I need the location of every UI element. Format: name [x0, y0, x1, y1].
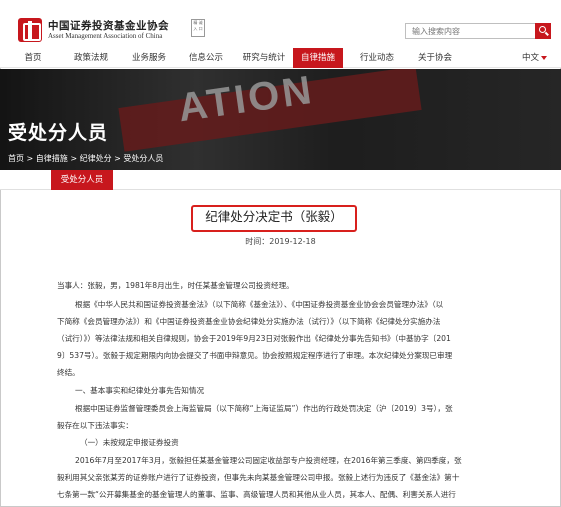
- breadcrumb: 首页 > 自律措施 > 纪律处分 > 受处分人员: [8, 153, 163, 164]
- document-line: （试行）》）等法律法规和相关自律规则，协会于2019年9月23日对张毅作出《纪律…: [57, 334, 451, 343]
- document-title: 纪律处分决定书（张毅）: [205, 209, 343, 224]
- site-header: 中国证券投资基金业协会 Asset Management Association…: [0, 0, 561, 48]
- page-banner: ATION 受处分人员 首页 > 自律措施 > 纪律处分 > 受处分人员: [0, 69, 561, 170]
- nav-item-disclosure[interactable]: 信息公示: [181, 48, 231, 68]
- breadcrumb-separator: >: [114, 154, 121, 163]
- document-line: 根据中国证券监督管理委员会上海监管局（以下简称“上海证监局”）作出的行政处罚决定…: [75, 404, 453, 413]
- search-icon: [539, 26, 546, 33]
- tab-punished-persons[interactable]: 受处分人员: [51, 170, 113, 190]
- caret-down-icon: [541, 55, 547, 60]
- document-line: 根据《中华人民共和国证券投资基金法》（以下简称《基金法》）、《中国证券投资基金业…: [75, 300, 444, 309]
- nav-item-home[interactable]: 首页: [14, 48, 52, 68]
- search-button[interactable]: [535, 23, 551, 39]
- org-badge[interactable]: 精 诚 入 口: [191, 19, 205, 37]
- document-date: 时间：2019-12-18: [245, 237, 316, 246]
- nav-item-services[interactable]: 业务服务: [124, 48, 174, 68]
- language-label: 中文: [521, 53, 539, 63]
- page-title: 受处分人员: [8, 122, 109, 144]
- breadcrumb-discipline[interactable]: 纪律处分: [80, 154, 112, 163]
- main-nav: 首页 政策法规 业务服务 信息公示 研究与统计 自律措施 行业动态 关于协会 中…: [0, 48, 561, 68]
- document-line: 下简称《会员管理办法》）和《中国证券投资基金业协会纪律处分实施办法（试行）》（以…: [57, 317, 441, 326]
- breadcrumb-current[interactable]: 受处分人员: [123, 154, 163, 163]
- document-line: 2016年7月至2017年3月，张毅担任某基金管理公司固定收益部专户投资经理，在…: [75, 456, 462, 465]
- document-line: 9〕537号）。张毅于规定期限内向协会提交了书面申辩意见。协会按照规定程序进行了…: [57, 351, 453, 360]
- org-name-en: Asset Management Association of China: [48, 32, 163, 40]
- section-heading: 一、基本事实和纪律处分事先告知情况: [75, 386, 205, 395]
- document-line: 终结。: [57, 368, 80, 377]
- search-input[interactable]: [405, 23, 536, 39]
- breadcrumb-self-regulation[interactable]: 自律措施: [36, 154, 68, 163]
- breadcrumb-home[interactable]: 首页: [8, 154, 24, 163]
- breadcrumb-separator: >: [26, 154, 34, 163]
- document-line: 毅利用其父亲张某芳的证券账户进行了证券投资，但事先未向某基金管理公司申报。张毅上…: [57, 473, 460, 482]
- amac-logo-icon[interactable]: [18, 18, 42, 42]
- nav-item-policies[interactable]: 政策法规: [66, 48, 116, 68]
- nav-item-about[interactable]: 关于协会: [407, 48, 463, 68]
- document-line: 当事人：张毅，男，1981年8月出生，时任某基金管理公司投资经理。: [57, 281, 294, 290]
- nav-item-self-regulation[interactable]: 自律措施: [293, 48, 343, 68]
- language-switcher[interactable]: 中文: [522, 48, 547, 68]
- nav-item-research[interactable]: 研究与统计: [236, 48, 292, 68]
- sub-tab-bar: 受处分人员: [0, 170, 561, 190]
- document-line: 毅存在以下违法事实：: [57, 421, 133, 430]
- subsection-heading: （一）未按规定申报证券投资: [80, 438, 179, 447]
- nav-item-industry-news[interactable]: 行业动态: [352, 48, 402, 68]
- document-line: 七条第一款“公开募集基金的基金管理人的董事、监事、高级管理人员和其他从业人员，其…: [57, 490, 456, 499]
- breadcrumb-separator: >: [70, 154, 78, 163]
- org-name-cn[interactable]: 中国证券投资基金业协会: [48, 18, 169, 33]
